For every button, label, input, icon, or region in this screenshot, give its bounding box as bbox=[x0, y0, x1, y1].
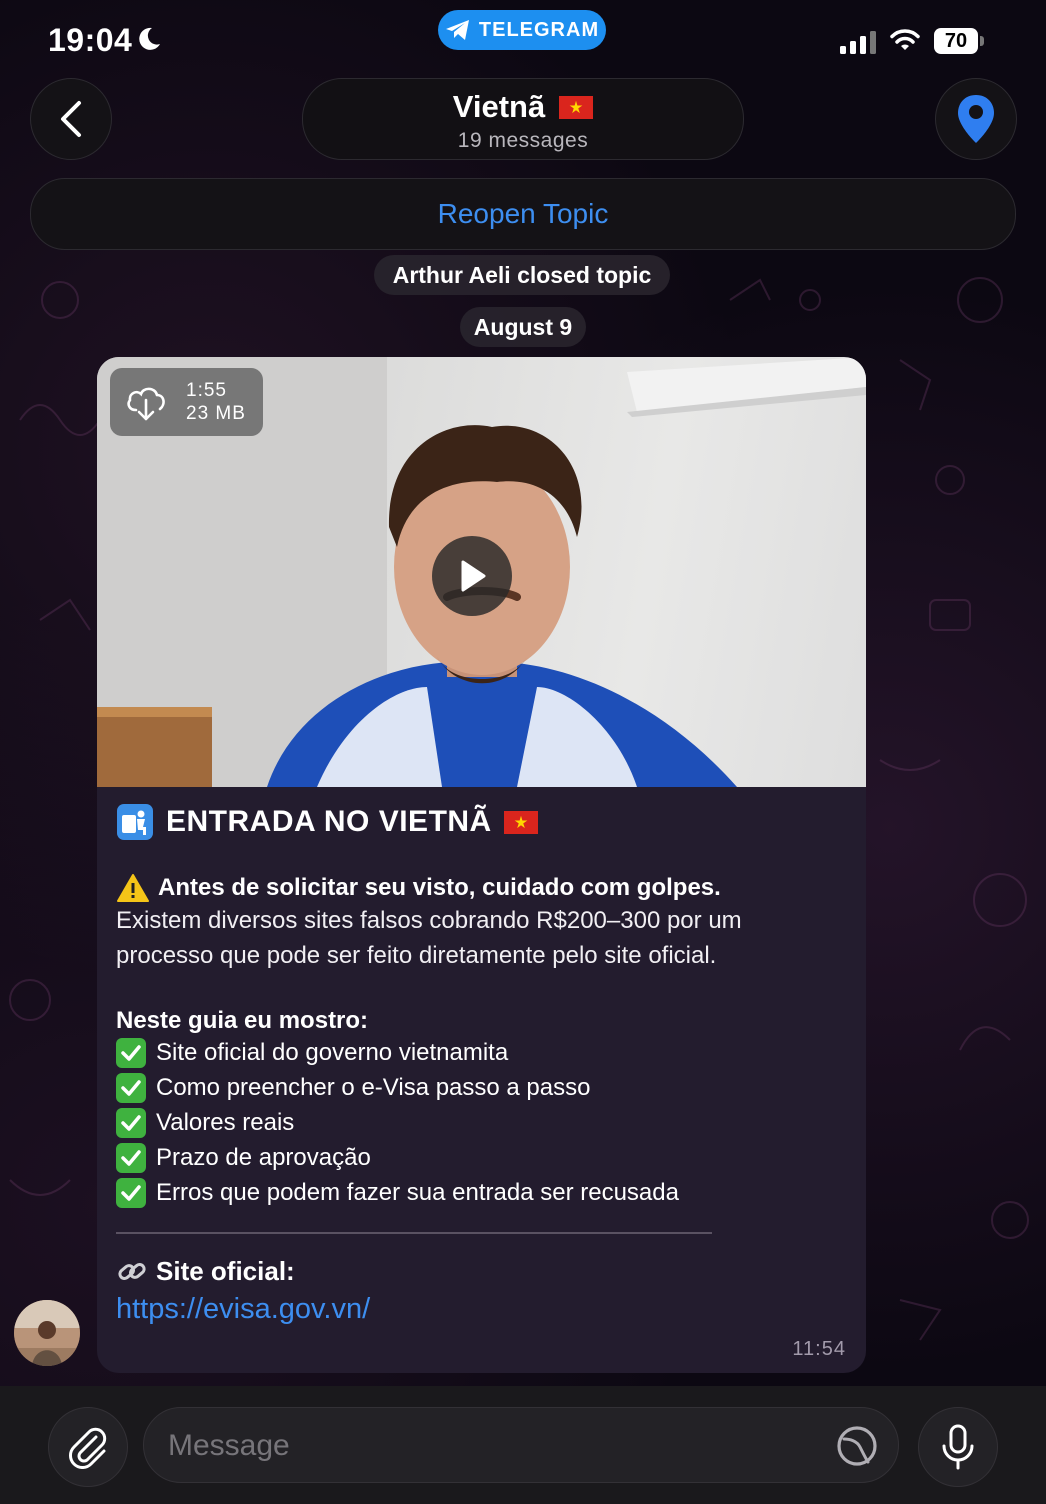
chevron-left-icon bbox=[61, 101, 81, 137]
checklist-item: Valores reais bbox=[116, 1105, 846, 1140]
topic-title: Vietnã bbox=[452, 89, 546, 124]
checklist-item-label: Site oficial do governo vietnamita bbox=[156, 1039, 509, 1066]
message-text: ENTRADA NO VIETNÃ Antes de solicitar seu… bbox=[116, 803, 846, 1326]
avatar[interactable] bbox=[14, 1300, 80, 1366]
reopen-topic-button[interactable]: Reopen Topic bbox=[30, 178, 1016, 250]
microphone-button[interactable] bbox=[918, 1407, 998, 1487]
moon-icon bbox=[139, 27, 160, 50]
attach-button[interactable] bbox=[48, 1407, 128, 1487]
checklist-item: Erros que podem fazer sua entrada ser re… bbox=[116, 1175, 846, 1210]
date-separator: August 9 bbox=[460, 307, 586, 347]
checklist-item-label: Prazo de aprovação bbox=[156, 1144, 371, 1171]
sticker-icon[interactable] bbox=[836, 1425, 878, 1467]
location-pin-icon bbox=[958, 95, 994, 143]
play-icon bbox=[461, 560, 486, 592]
telegram-pill[interactable]: TELEGRAM bbox=[438, 10, 606, 50]
guide-heading: Neste guia eu mostro: bbox=[116, 1007, 369, 1034]
signal-icon bbox=[840, 31, 876, 54]
video-duration: 1:55 bbox=[186, 380, 227, 401]
message-title-row: ENTRADA NO VIETNÃ bbox=[116, 803, 846, 841]
checklist: Site oficial do governo vietnamita Como … bbox=[116, 1035, 846, 1210]
checklist-item: Prazo de aprovação bbox=[116, 1140, 846, 1175]
message-divider bbox=[116, 1232, 712, 1234]
message-title: ENTRADA NO VIETNÃ bbox=[166, 805, 492, 838]
checklist-item: Site oficial do governo vietnamita bbox=[116, 1035, 846, 1070]
warning-row: Antes de solicitar seu visto, cuidado co… bbox=[116, 873, 846, 903]
status-time: 19:04 bbox=[48, 22, 133, 58]
cloud-download-icon bbox=[127, 387, 165, 421]
location-button[interactable] bbox=[935, 78, 1017, 160]
check-mark-icon bbox=[116, 1107, 146, 1138]
avatar-photo bbox=[14, 1300, 80, 1366]
battery-tip bbox=[980, 36, 984, 46]
check-mark-icon bbox=[116, 1142, 146, 1173]
checklist-item: Como preencher o e-Visa passo a passo bbox=[116, 1070, 846, 1105]
video-size: 23 MB bbox=[186, 403, 246, 424]
vietnam-flag-icon bbox=[559, 95, 594, 119]
telegram-pill-label: TELEGRAM bbox=[478, 18, 600, 41]
wifi-icon bbox=[890, 29, 920, 50]
warning-icon bbox=[117, 874, 149, 902]
check-mark-icon bbox=[116, 1037, 146, 1068]
message-input[interactable] bbox=[166, 1408, 810, 1484]
site-link[interactable]: https://evisa.gov.vn/ bbox=[116, 1293, 846, 1326]
link-icon bbox=[118, 1262, 146, 1280]
paperclip-icon bbox=[69, 1427, 107, 1469]
site-label: Site oficial: bbox=[156, 1256, 295, 1286]
passport-control-icon bbox=[117, 804, 153, 840]
site-label-row: Site oficial: bbox=[116, 1256, 846, 1287]
play-button[interactable] bbox=[432, 536, 512, 616]
topic-header[interactable]: Vietnã 19 messages bbox=[302, 78, 744, 160]
vietnam-flag-icon bbox=[503, 810, 538, 834]
message-bubble[interactable]: 1:55 23 MB ENTRADA NO VIETNÃ Antes de so… bbox=[97, 357, 866, 1373]
message-input-field[interactable] bbox=[143, 1407, 899, 1484]
message-paragraph-line-1: Existem diversos sites falsos cobrando R… bbox=[116, 907, 742, 934]
checklist-item-label: Erros que podem fazer sua entrada ser re… bbox=[156, 1179, 679, 1206]
check-mark-icon bbox=[116, 1072, 146, 1103]
message-paragraph-line-2: processo que pode ser feito diretamente … bbox=[116, 942, 717, 969]
topic-message-count: 19 messages bbox=[457, 129, 589, 152]
battery-indicator: 70 bbox=[934, 28, 978, 54]
microphone-icon bbox=[942, 1424, 974, 1470]
warning-text: Antes de solicitar seu visto, cuidado co… bbox=[158, 874, 721, 901]
back-button[interactable] bbox=[30, 78, 112, 160]
telegram-icon bbox=[445, 20, 469, 40]
checklist-item-label: Valores reais bbox=[156, 1109, 295, 1136]
checklist-item-label: Como preencher o e-Visa passo a passo bbox=[156, 1074, 591, 1101]
service-message-closed: Arthur Aeli closed topic bbox=[374, 255, 670, 295]
download-badge[interactable]: 1:55 23 MB bbox=[110, 368, 263, 436]
check-mark-icon bbox=[116, 1177, 146, 1208]
video-thumbnail[interactable]: 1:55 23 MB bbox=[97, 357, 866, 787]
message-time: 11:54 bbox=[792, 1338, 846, 1360]
